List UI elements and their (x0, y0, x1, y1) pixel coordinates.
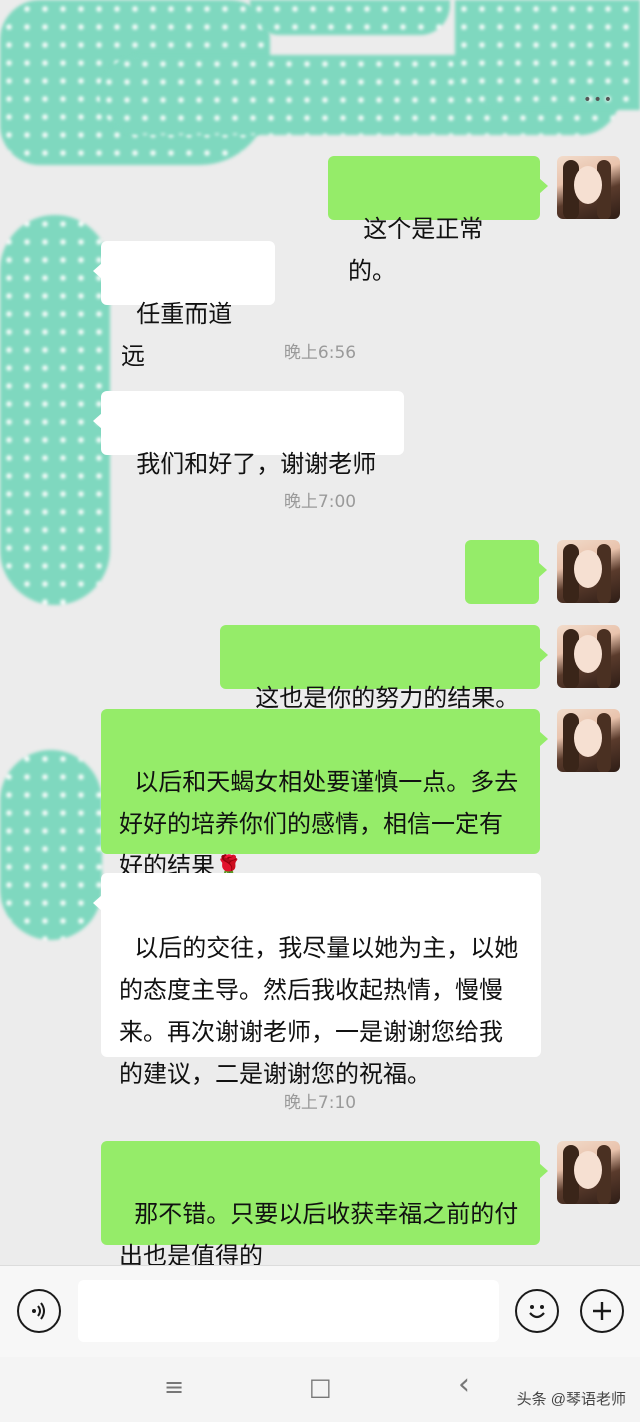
back-icon[interactable]: ‹ (458, 1367, 470, 1402)
emoji-icon[interactable] (515, 1289, 559, 1333)
timestamp: 晚上6:56 (283, 343, 357, 363)
message-bubble-outgoing[interactable]: 这个是正常的。 (328, 156, 548, 285)
message-bubble-outgoing[interactable]: 这也是你的努力的结果。 (220, 625, 548, 712)
message-text: 那不错。只要以后收获幸福之前的付出也是值得的 (119, 1200, 519, 1270)
more-dots-icon[interactable]: ••• (583, 92, 614, 108)
message-bubble-outgoing[interactable]: 那不错。只要以后收获幸福之前的付出也是值得的 (101, 1141, 548, 1270)
redacted-avatar-mosaic (0, 750, 102, 940)
avatar[interactable] (557, 1141, 620, 1204)
redacted-title-mosaic (250, 0, 450, 35)
avatar[interactable] (557, 625, 620, 688)
message-text: 以后和天蝎女相处要谨慎一点。多去好好的培养你们的感情，相信一定有好的结果 (119, 768, 519, 880)
message-text: 以后的交往，我尽量以她为主，以她的态度主导。然后我收起热情，慢慢来。再次谢谢老师… (119, 934, 519, 1088)
watermark: 头条 @琴语老师 (516, 1391, 626, 1408)
message-text: 这也是你的努力的结果。 (255, 684, 520, 712)
message-text: 这个是正常的。 (348, 215, 484, 285)
timestamp: 晚上7:10 (283, 1093, 357, 1113)
message-text: 我们和好了，谢谢老师 (136, 450, 377, 478)
voice-icon[interactable] (17, 1289, 61, 1333)
avatar[interactable] (557, 156, 620, 219)
menu-icon[interactable]: ≡ (164, 1373, 184, 1401)
avatar[interactable] (557, 540, 620, 603)
home-icon[interactable]: □ (309, 1373, 332, 1401)
message-bubble-outgoing[interactable]: 🙏 (465, 540, 547, 669)
message-bubble-incoming[interactable]: 以后的交往，我尽量以她为主，以她的态度主导。然后我收起热情，慢慢来。再次谢谢老师… (93, 873, 541, 1088)
message-bubble-incoming[interactable]: 我们和好了，谢谢老师 (93, 391, 404, 478)
message-input[interactable] (78, 1280, 499, 1342)
avatar[interactable] (557, 709, 620, 772)
message-bubble-outgoing[interactable]: 以后和天蝎女相处要谨慎一点。多去好好的培养你们的感情，相信一定有好的结果🌹 (101, 709, 548, 880)
plus-icon[interactable] (580, 1289, 624, 1333)
timestamp: 晚上7:00 (283, 492, 357, 512)
message-bubble-incoming[interactable]: 任重而道远 (93, 241, 275, 370)
input-bar (0, 1265, 640, 1357)
